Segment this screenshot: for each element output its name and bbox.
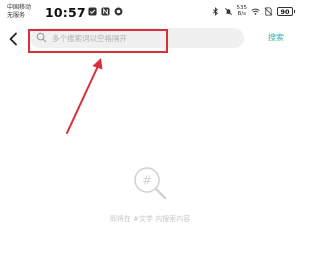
system-icons: 535 B/s 90 xyxy=(211,5,295,17)
empty-state-hint: 即将在 #文学 内搜索内容 xyxy=(109,215,191,223)
network-speed-unit: B/s xyxy=(237,11,247,17)
search-button[interactable]: 搜索 xyxy=(268,32,284,43)
mute-icon xyxy=(224,7,232,15)
annotation-highlight-box xyxy=(28,29,168,53)
bluetooth-icon xyxy=(212,6,218,16)
wifi-icon xyxy=(251,8,260,15)
notification-n-icon xyxy=(101,7,110,16)
carrier-name: 中国移动 xyxy=(7,4,32,11)
battery-indicator: 90 xyxy=(277,6,295,16)
carrier-info: 中国移动 无服务 xyxy=(7,4,31,20)
status-bar: 中国移动 无服务 10:57 535 B/s 90 xyxy=(0,0,300,26)
carrier-service-status: 无服务 xyxy=(7,12,26,19)
chevron-left-icon[interactable] xyxy=(5,30,23,48)
svg-text:#: # xyxy=(142,174,152,188)
notification-app-icon xyxy=(114,7,123,16)
status-time: 10:57 xyxy=(45,5,86,20)
no-sim-icon xyxy=(264,6,273,16)
hash-search-icon: # xyxy=(134,167,167,200)
network-speed: 535 B/s xyxy=(237,5,248,17)
notification-check-icon xyxy=(88,7,97,16)
notification-icons xyxy=(88,7,123,16)
